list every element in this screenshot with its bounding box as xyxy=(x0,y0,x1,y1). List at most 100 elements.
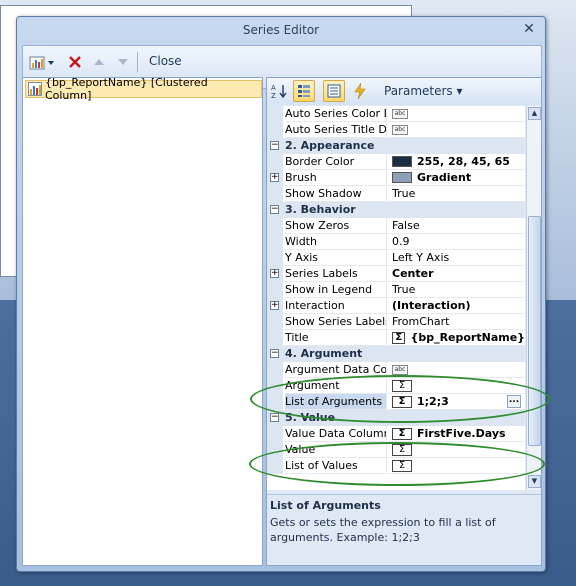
property-name: Interaction xyxy=(285,298,387,314)
expression-icon[interactable]: Σ xyxy=(392,459,412,472)
property-row[interactable]: Y Axis Left Y Axis xyxy=(267,250,525,266)
expand-icon[interactable]: + xyxy=(270,173,279,182)
property-row[interactable]: + Brush Gradient xyxy=(267,170,525,186)
move-down-icon xyxy=(118,59,128,65)
svg-text:Z: Z xyxy=(271,92,276,99)
property-row[interactable]: List of Arguments Σ 1;2;3... xyxy=(267,394,525,410)
property-row[interactable]: Show in Legend True xyxy=(267,282,525,298)
property-value[interactable]: True xyxy=(388,282,525,298)
ellipsis-button[interactable]: ... xyxy=(507,395,521,408)
property-value[interactable]: 0.9 xyxy=(388,234,525,250)
property-row[interactable]: Show Zeros False xyxy=(267,218,525,234)
property-value[interactable]: (Interaction) xyxy=(388,298,525,314)
property-value[interactable]: True xyxy=(388,186,525,202)
series-item[interactable]: {bp_ReportName} [Clustered Column] xyxy=(25,76,262,102)
series-editor-dialog: Series Editor ✕ Close {bp_ReportName} [C… xyxy=(16,16,550,572)
property-row[interactable]: + Interaction (Interaction) xyxy=(267,298,525,314)
close-button[interactable]: Close xyxy=(149,54,182,68)
expression-icon[interactable]: Σ xyxy=(392,427,412,440)
row-gutter xyxy=(267,282,283,298)
scroll-up-icon[interactable]: ▲ xyxy=(528,107,541,120)
move-down-button[interactable] xyxy=(113,51,133,73)
property-row[interactable]: Show Shadow True xyxy=(267,186,525,202)
property-value[interactable]: abc xyxy=(388,122,525,138)
property-row[interactable]: Argument Σ xyxy=(267,378,525,394)
property-category[interactable]: −3. Behavior xyxy=(267,202,525,218)
property-value-text: Gradient xyxy=(417,170,472,184)
row-gutter xyxy=(267,378,283,394)
property-value[interactable]: Left Y Axis xyxy=(388,250,525,266)
categorized-icon xyxy=(298,85,310,97)
property-value[interactable]: Σ FirstFive.Days xyxy=(388,426,525,442)
add-series-icon xyxy=(29,56,54,70)
categorized-button[interactable] xyxy=(293,80,315,102)
row-gutter xyxy=(267,218,283,234)
expand-icon[interactable]: + xyxy=(270,301,279,310)
property-value[interactable]: Gradient xyxy=(388,170,525,186)
property-value[interactable]: Σ xyxy=(388,458,525,474)
events-button[interactable] xyxy=(349,80,371,102)
property-row[interactable]: Value Σ xyxy=(267,442,525,458)
collapse-icon[interactable]: − xyxy=(270,205,279,214)
property-description: List of Arguments Gets or sets the expre… xyxy=(267,494,541,565)
property-row[interactable]: Value Data Column Σ FirstFive.Days xyxy=(267,426,525,442)
property-value[interactable]: abc xyxy=(388,362,525,378)
expression-icon[interactable]: Σ xyxy=(392,379,412,392)
property-category[interactable]: −4. Argument xyxy=(267,346,525,362)
property-grid-scrollbar[interactable]: ▲ ▼ xyxy=(526,106,541,490)
property-row[interactable]: + Series Labels Center xyxy=(267,266,525,282)
property-category[interactable]: −2. Appearance xyxy=(267,138,525,154)
color-swatch-icon xyxy=(392,156,412,167)
property-pages-button[interactable] xyxy=(323,80,345,102)
row-gutter xyxy=(267,330,283,346)
property-row[interactable]: Border Color 255, 28, 45, 65 xyxy=(267,154,525,170)
property-value-text: Center xyxy=(392,266,434,280)
property-value[interactable]: FromChart xyxy=(388,314,525,330)
property-value[interactable]: Σ xyxy=(388,378,525,394)
property-value[interactable]: False xyxy=(388,218,525,234)
expression-icon[interactable]: Σ xyxy=(392,443,412,456)
property-row[interactable]: Show Series Labels FromChart xyxy=(267,314,525,330)
property-row[interactable]: Title Σ {bp_ReportName} xyxy=(267,330,525,346)
property-row[interactable]: List of Values Σ xyxy=(267,458,525,474)
property-value[interactable]: 255, 28, 45, 65 xyxy=(388,154,525,170)
column-chart-icon xyxy=(28,82,42,96)
property-value[interactable]: Σ 1;2;3... xyxy=(388,394,525,410)
property-name: Value Data Column xyxy=(285,426,387,442)
expression-icon[interactable]: Σ xyxy=(392,395,412,408)
property-value[interactable]: Σ {bp_ReportName} xyxy=(388,330,525,346)
property-value-text: (Interaction) xyxy=(392,298,471,312)
collapse-icon[interactable]: − xyxy=(270,141,279,150)
property-value-text: FromChart xyxy=(392,314,450,328)
expand-icon[interactable]: + xyxy=(270,269,279,278)
property-value[interactable]: Center xyxy=(388,266,525,282)
property-row[interactable]: Auto Series Title Data abc xyxy=(267,122,525,138)
row-gutter xyxy=(267,186,283,202)
collapse-icon[interactable]: − xyxy=(270,349,279,358)
delete-series-button[interactable] xyxy=(65,51,85,73)
sort-alphabetical-button[interactable]: A Z xyxy=(269,80,291,102)
property-row[interactable]: Width 0.9 xyxy=(267,234,525,250)
property-name: Width xyxy=(285,234,387,250)
property-category[interactable]: −5. Value xyxy=(267,410,525,426)
property-name: Auto Series Title Data xyxy=(285,122,387,138)
sort-az-icon: A Z xyxy=(271,84,287,99)
parameters-dropdown[interactable]: Parameters ▾ xyxy=(384,84,463,98)
move-up-button[interactable] xyxy=(89,51,109,73)
row-gutter xyxy=(267,234,283,250)
collapse-icon[interactable]: − xyxy=(270,413,279,422)
add-series-button[interactable] xyxy=(27,51,57,73)
dialog-close-icon[interactable]: ✕ xyxy=(521,21,537,37)
row-gutter xyxy=(267,426,283,442)
scroll-down-icon[interactable]: ▼ xyxy=(528,475,541,488)
property-value[interactable]: Σ xyxy=(388,442,525,458)
property-name: Title xyxy=(285,330,387,346)
row-gutter xyxy=(267,362,283,378)
property-name: Show in Legend xyxy=(285,282,387,298)
row-gutter xyxy=(267,154,283,170)
property-value[interactable]: abc xyxy=(388,106,525,122)
property-row[interactable]: Auto Series Color Da abc xyxy=(267,106,525,122)
scroll-thumb[interactable] xyxy=(528,216,541,446)
expression-icon[interactable]: Σ xyxy=(392,331,406,344)
property-row[interactable]: Argument Data Column abc xyxy=(267,362,525,378)
